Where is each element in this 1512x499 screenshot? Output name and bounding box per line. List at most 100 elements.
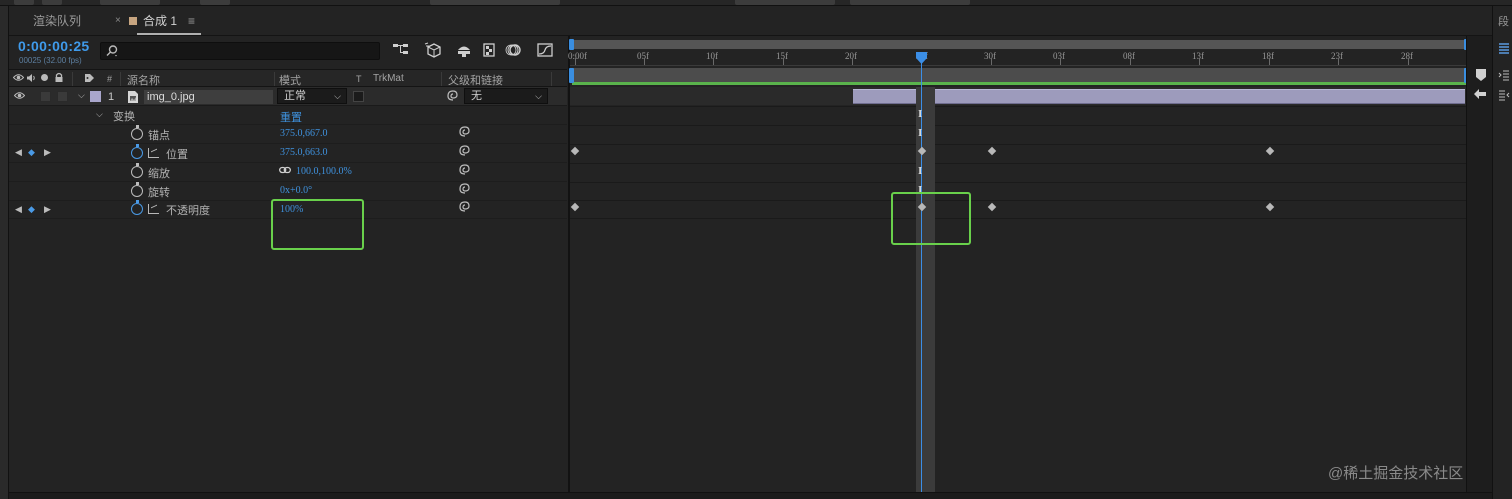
constrain-proportions-link-icon[interactable] — [279, 165, 291, 177]
highlight-annotation-box — [271, 199, 364, 250]
pick-whip-icon[interactable] — [459, 201, 471, 213]
highlight-annotation-box — [891, 192, 971, 245]
pick-whip-icon[interactable] — [459, 164, 471, 176]
close-icon[interactable]: × — [115, 6, 121, 36]
graph-icon[interactable] — [148, 148, 159, 158]
label-tag-icon[interactable] — [84, 73, 95, 86]
property-value-position[interactable]: 375.0,663.0 — [280, 147, 328, 158]
comp-button-icon[interactable] — [1473, 88, 1487, 103]
trkmat-column[interactable]: TrkMat — [373, 73, 404, 84]
column-divider — [72, 72, 73, 86]
lock-icon[interactable] — [54, 72, 64, 86]
stopwatch-icon[interactable] — [131, 125, 143, 140]
stopwatch-icon[interactable] — [131, 163, 143, 178]
row-divider — [570, 144, 1466, 145]
add-keyframe-icon[interactable]: ◆ — [28, 204, 35, 215]
ruler-tick — [713, 58, 714, 65]
property-value-scale[interactable]: 100.0,100.0% — [296, 166, 352, 177]
time-marker-glyph: I — [918, 165, 923, 177]
work-area-start-handle[interactable] — [569, 68, 574, 83]
next-keyframe-icon[interactable]: ▶ — [44, 147, 51, 158]
active-tab-underline — [137, 33, 201, 35]
work-area-bar[interactable] — [572, 68, 1466, 83]
ruler-tick-label: 23f — [1331, 51, 1343, 61]
property-value-rotation[interactable]: 0x+0.0° — [280, 185, 312, 196]
ruler-tick — [1199, 58, 1200, 65]
ruler-tick-label: 10f — [706, 51, 718, 61]
ruler-tick-label: 05f — [637, 51, 649, 61]
blend-mode-dropdown[interactable]: 正常 ⌵ — [277, 88, 347, 104]
next-keyframe-icon[interactable]: ▶ — [44, 204, 51, 215]
ruler-tick-label: 28f — [1401, 51, 1413, 61]
row-divider — [570, 200, 1466, 201]
ruler-tick-label: 08f — [1123, 51, 1135, 61]
lock-toggle[interactable] — [57, 91, 68, 102]
menu-chip — [430, 0, 560, 5]
composition-mini-flowchart-icon[interactable] — [392, 42, 410, 60]
mode-column[interactable]: 模式 — [279, 72, 301, 88]
ruler-tick — [1060, 58, 1061, 65]
graph-editor-icon[interactable] — [536, 42, 554, 60]
graph-icon[interactable] — [148, 204, 159, 214]
draft-3d-icon[interactable] — [424, 42, 442, 60]
layer-name-field[interactable]: img_0.jpg — [143, 89, 274, 105]
motion-blur-icon[interactable] — [505, 42, 523, 60]
transform-reset-link[interactable]: 重置 — [280, 109, 302, 125]
preserve-transparency-checkbox[interactable] — [353, 91, 364, 102]
time-navigator[interactable] — [570, 40, 1468, 49]
current-time-indicator-handle[interactable] — [915, 51, 928, 65]
paragraph-panel-label[interactable]: 段 — [1498, 16, 1510, 28]
prev-keyframe-icon[interactable]: ◀ — [15, 204, 22, 215]
align-icon[interactable] — [1498, 42, 1510, 54]
pick-whip-icon[interactable] — [459, 126, 471, 138]
comp-marker-bin-icon[interactable] — [1475, 68, 1487, 85]
layer-label-color[interactable] — [90, 91, 101, 102]
menu-chip — [100, 0, 160, 5]
property-value-anchor[interactable]: 375.0,667.0 — [280, 128, 328, 139]
frame-blending-icon[interactable] — [480, 42, 498, 60]
panel-menu-icon[interactable]: ≡ — [188, 6, 195, 36]
solo-icon[interactable] — [40, 73, 49, 85]
pick-whip-icon[interactable] — [447, 90, 459, 105]
ruler-tick — [852, 58, 853, 65]
blend-mode-value: 正常 — [284, 90, 306, 102]
ruler-tick — [575, 58, 576, 65]
column-divider — [274, 72, 275, 86]
source-name-column[interactable]: 源名称 — [127, 72, 160, 88]
indent-right-icon[interactable] — [1498, 89, 1510, 101]
tab-comp-label: 合成 1 — [143, 14, 178, 28]
property-name-scale: 缩放 — [148, 168, 170, 180]
stopwatch-active-icon[interactable] — [131, 200, 143, 215]
parent-dropdown[interactable]: 无 ⌵ — [464, 88, 548, 104]
indent-left-icon[interactable] — [1498, 69, 1510, 81]
frame-rate-readout: 00025 (32.00 fps) — [19, 56, 82, 65]
layer-duration-bar[interactable] — [853, 89, 1465, 104]
tab-render-queue[interactable]: 渲染队列 — [33, 6, 81, 36]
comp-color-swatch — [129, 17, 137, 25]
pick-whip-icon[interactable] — [459, 145, 471, 157]
tab-comp-1[interactable]: × 合成 1 ≡ — [115, 6, 205, 36]
chevron-down-icon[interactable]: ⌵ — [78, 90, 85, 101]
add-keyframe-icon[interactable]: ◆ — [28, 147, 35, 158]
time-marker-glyph: I — [918, 108, 923, 120]
shy-layers-icon[interactable] — [455, 42, 473, 60]
stopwatch-icon[interactable] — [131, 182, 143, 197]
solo-toggle[interactable] — [40, 91, 51, 102]
visibility-eye-icon[interactable] — [13, 91, 26, 103]
search-input[interactable] — [100, 42, 380, 60]
stopwatch-active-icon[interactable] — [131, 144, 143, 159]
transform-group-label[interactable]: 变换 — [113, 108, 135, 124]
audio-icon[interactable] — [26, 73, 36, 86]
prev-keyframe-icon[interactable]: ◀ — [15, 147, 22, 158]
row-divider — [570, 163, 1466, 164]
menu-chip — [850, 0, 970, 5]
current-time-display[interactable]: 0:00:00:25 — [18, 38, 90, 54]
ruler-tick — [783, 58, 784, 65]
chevron-down-icon[interactable]: ⌵ — [96, 109, 103, 120]
parent-link-column[interactable]: 父级和链接 — [448, 72, 503, 88]
eye-icon[interactable] — [12, 73, 25, 85]
ruler-tick — [1130, 58, 1131, 65]
pick-whip-icon[interactable] — [459, 183, 471, 195]
ruler-tick-label: 03f — [1053, 51, 1065, 61]
ruler-tick — [1338, 58, 1339, 65]
